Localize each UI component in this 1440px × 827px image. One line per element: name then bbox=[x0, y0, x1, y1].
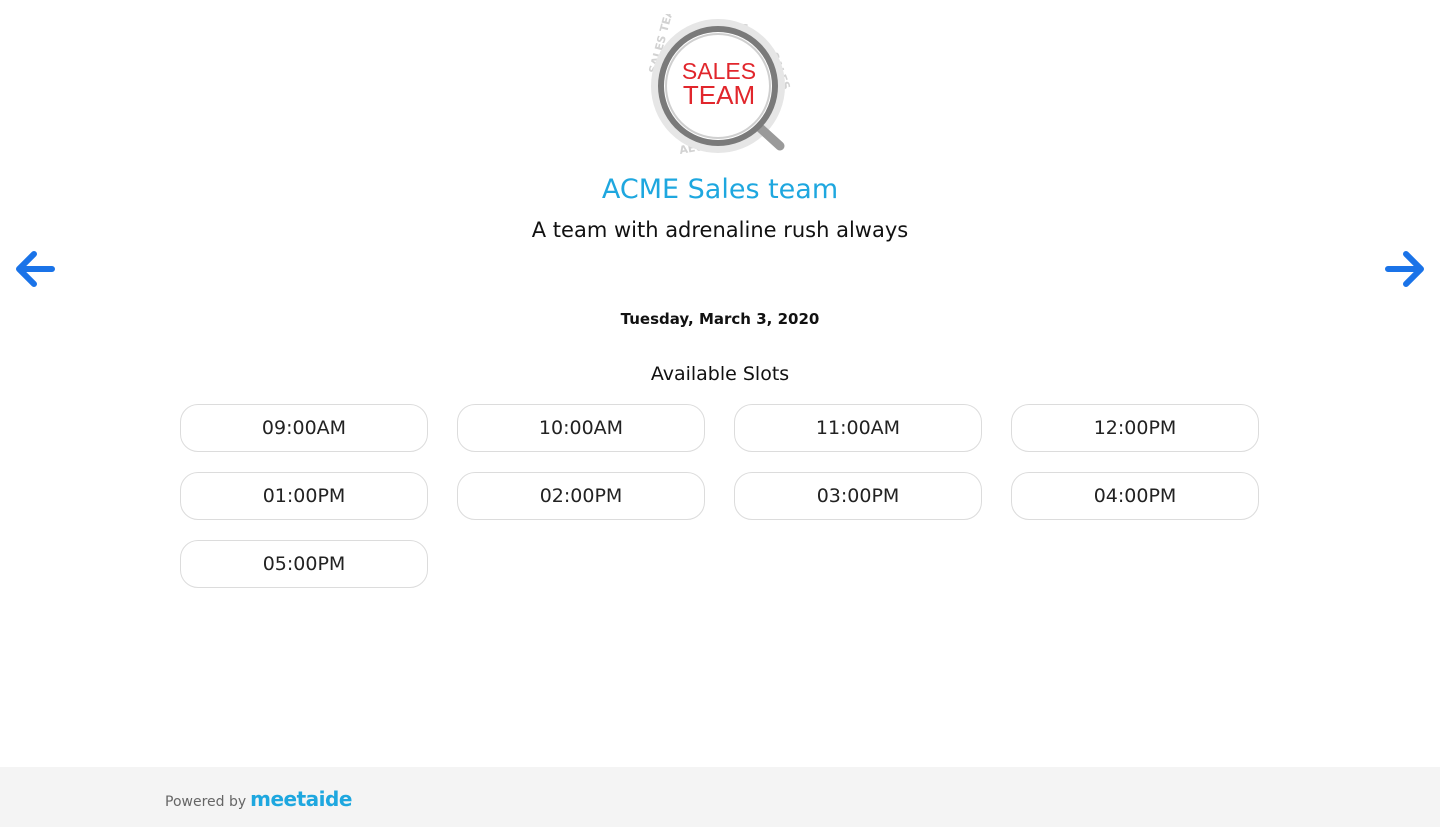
team-name: ACME Sales team bbox=[601, 174, 839, 205]
meetaide-logo[interactable]: meetaide bbox=[250, 787, 352, 811]
team-logo: SALES TEAM AEUS AE SALES SALES SALES TEA… bbox=[640, 14, 800, 164]
next-day-button[interactable] bbox=[1382, 246, 1428, 292]
time-slot-button[interactable]: 09:00AM bbox=[180, 404, 428, 452]
arrow-left-icon bbox=[16, 251, 55, 287]
time-slot-button[interactable]: 01:00PM bbox=[180, 472, 428, 520]
logo-text-team: TEAM bbox=[683, 80, 755, 110]
time-slot-button[interactable]: 12:00PM bbox=[1011, 404, 1259, 452]
time-slot-button[interactable]: 04:00PM bbox=[1011, 472, 1259, 520]
selected-date: Tuesday, March 3, 2020 bbox=[620, 310, 820, 328]
previous-day-button[interactable] bbox=[12, 246, 58, 292]
time-slot-button[interactable]: 02:00PM bbox=[457, 472, 705, 520]
arrow-right-icon bbox=[1385, 251, 1424, 287]
slots-heading: Available Slots bbox=[650, 363, 790, 385]
slots-grid: 09:00AM 10:00AM 11:00AM 12:00PM 01:00PM … bbox=[180, 404, 1260, 588]
powered-by-label: Powered by bbox=[165, 794, 247, 810]
magnifier-logo-image: SALES TEAM AEUS AE SALES SALES SALES TEA… bbox=[646, 14, 792, 157]
time-slot-button[interactable]: 05:00PM bbox=[180, 540, 428, 588]
team-tagline: A team with adrenaline rush always bbox=[531, 218, 909, 242]
footer: Powered by meetaide bbox=[0, 767, 1440, 827]
time-slot-button[interactable]: 10:00AM bbox=[457, 404, 705, 452]
powered-by[interactable]: Powered by meetaide bbox=[165, 787, 352, 811]
time-slot-button[interactable]: 11:00AM bbox=[734, 404, 982, 452]
time-slot-button[interactable]: 03:00PM bbox=[734, 472, 982, 520]
